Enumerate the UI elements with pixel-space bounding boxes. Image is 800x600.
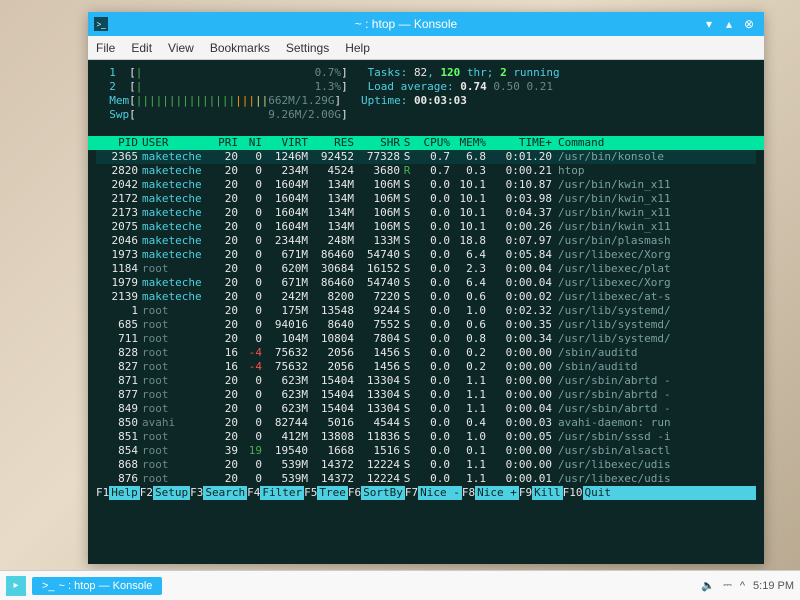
maximize-button[interactable]: ▴ [720,15,738,33]
process-row[interactable]: 685root2009401686407552S0.00.60:00.35/us… [96,318,756,332]
taskbar[interactable]: ▸ >_ ~ : htop — Konsole 🔈 ⎓ ^ 5:19 PM [0,570,800,600]
process-row[interactable]: 2046maketeche2002344M248M133MS0.018.80:0… [96,234,756,248]
terminal[interactable]: 1 [| 0.7%] Tasks: 82, 120 thr; 2 running… [88,60,764,564]
menu-file[interactable]: File [96,41,115,55]
fkey-f10[interactable]: F10Quit [563,486,613,500]
fkey-f7[interactable]: F7Nice - [405,486,462,500]
process-row[interactable]: 850avahi2008274450164544S0.00.40:00.03av… [96,416,756,430]
chevron-up-icon[interactable]: ^ [740,580,745,592]
system-tray[interactable]: 🔈 ⎓ ^ 5:19 PM [701,579,794,592]
battery-icon[interactable]: ⎓ [723,579,732,592]
fkey-f5[interactable]: F5Tree [304,486,348,500]
fkey-f6[interactable]: F6SortBy [348,486,405,500]
column-headers[interactable]: PID USER PRI NI VIRT RES SHR S CPU% MEM%… [88,136,764,150]
function-key-bar: F1HelpF2Setup F3SearchF4FilterF5Tree F6S… [88,486,764,500]
header-cmd[interactable]: Command [552,136,756,150]
process-row[interactable]: 2365maketeche2001246M9245277328S0.76.80:… [96,150,756,164]
process-row[interactable]: 876root200539M1437212224S0.01.10:00.01/u… [96,472,756,486]
cpu1-meter: 1 [| 0.7%] Tasks: 82, 120 thr; 2 running [96,66,756,80]
terminal-icon: >_ [42,580,55,592]
process-row[interactable]: 1979maketeche200671M8646054740S0.06.40:0… [96,276,756,290]
header-s[interactable]: S [400,136,414,150]
fkey-f3[interactable]: F3Search [190,486,247,500]
process-row[interactable]: 851root200412M1380811836S0.01.00:00.05/u… [96,430,756,444]
header-pri[interactable]: PRI [210,136,238,150]
process-row[interactable]: 2042maketeche2001604M134M106MS0.010.10:1… [96,178,756,192]
fkey-f1[interactable]: F1Help [96,486,140,500]
process-list[interactable]: 2365maketeche2001246M9245277328S0.76.80:… [96,150,756,486]
fkey-f9[interactable]: F9Kill [519,486,563,500]
process-row[interactable]: 2075maketeche2001604M134M106MS0.010.10:0… [96,220,756,234]
process-row[interactable]: 711root200104M108047804S0.00.80:00.34/us… [96,332,756,346]
swp-meter: Swp[ 9.26M/2.00G] [96,108,756,122]
fkey-f4[interactable]: F4Filter [247,486,304,500]
process-row[interactable]: 827root16-47563220561456S0.00.20:00.00/s… [96,360,756,374]
clock[interactable]: 5:19 PM [753,580,794,592]
process-row[interactable]: 1184root200620M3068416152S0.02.30:00.04/… [96,262,756,276]
menu-help[interactable]: Help [345,41,370,55]
menu-settings[interactable]: Settings [286,41,329,55]
fkey-f2[interactable]: F2Setup [140,486,190,500]
process-row[interactable]: 1root200175M135489244S0.01.00:02.32/usr/… [96,304,756,318]
process-row[interactable]: 868root200539M1437212224S0.01.10:00.00/u… [96,458,756,472]
close-button[interactable]: ⊗ [740,15,758,33]
process-row[interactable]: 854root39191954016681516S0.00.10:00.00/u… [96,444,756,458]
menu-view[interactable]: View [168,41,194,55]
header-ni[interactable]: NI [238,136,262,150]
header-virt[interactable]: VIRT [262,136,308,150]
process-row[interactable]: 2173maketeche2001604M134M106MS0.010.10:0… [96,206,756,220]
header-pid[interactable]: PID [96,136,138,150]
header-user[interactable]: USER [138,136,210,150]
process-row[interactable]: 828root16-47563220561456S0.00.20:00.00/s… [96,346,756,360]
header-res[interactable]: RES [308,136,354,150]
blank [96,122,756,136]
process-row[interactable]: 1973maketeche200671M8646054740S0.06.40:0… [96,248,756,262]
process-row[interactable]: 849root200623M1540413304S0.01.10:00.04/u… [96,402,756,416]
cpu2-meter: 2 [| 1.3%] Load average: 0.74 0.50 0.21 [96,80,756,94]
header-cpu[interactable]: CPU% [414,136,450,150]
titlebar[interactable]: >_ ~ : htop — Konsole ▾ ▴ ⊗ [88,12,764,36]
menu-edit[interactable]: Edit [131,41,152,55]
mem-meter: Mem[||||||||||||||||||||662M/1.29G] Upti… [96,94,756,108]
app-icon: >_ [94,17,108,31]
volume-icon[interactable]: 🔈 [701,579,715,592]
konsole-window: >_ ~ : htop — Konsole ▾ ▴ ⊗ File Edit Vi… [88,12,764,564]
process-row[interactable]: 871root200623M1540413304S0.01.10:00.00/u… [96,374,756,388]
process-row[interactable]: 2139maketeche200242M82007220S0.00.60:00.… [96,290,756,304]
header-mem[interactable]: MEM% [450,136,486,150]
menu-bookmarks[interactable]: Bookmarks [210,41,270,55]
process-row[interactable]: 2820maketeche200234M45243680R0.70.30:00.… [96,164,756,178]
fkey-f8[interactable]: F8Nice + [462,486,519,500]
header-time[interactable]: TIME+ [486,136,552,150]
task-title: ~ : htop — Konsole [59,580,153,592]
taskbar-entry-konsole[interactable]: >_ ~ : htop — Konsole [32,577,162,595]
minimize-button[interactable]: ▾ [700,15,718,33]
process-row[interactable]: 877root200623M1540413304S0.01.10:00.00/u… [96,388,756,402]
process-row[interactable]: 2172maketeche2001604M134M106MS0.010.10:0… [96,192,756,206]
header-shr[interactable]: SHR [354,136,400,150]
window-title: ~ : htop — Konsole [114,17,698,31]
plasma-launcher-icon[interactable]: ▸ [6,576,26,596]
menubar: File Edit View Bookmarks Settings Help [88,36,764,60]
